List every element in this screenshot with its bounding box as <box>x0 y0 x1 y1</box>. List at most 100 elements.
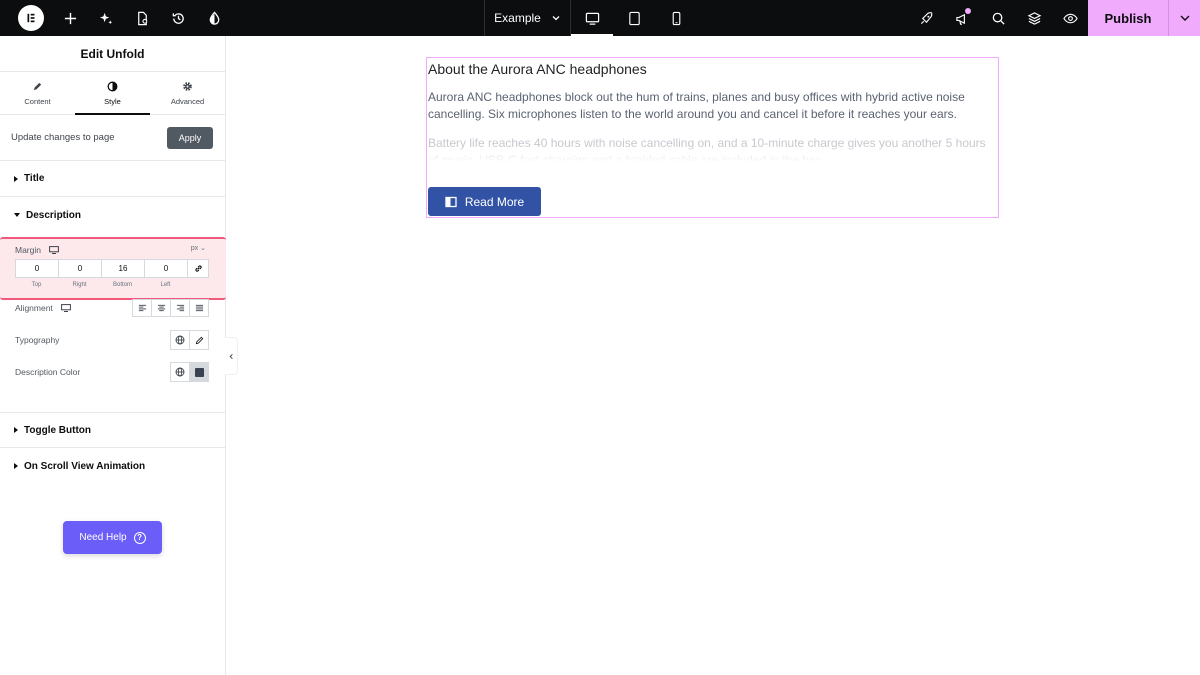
desktop-view-button[interactable] <box>571 0 613 36</box>
mobile-icon <box>672 11 680 25</box>
collapse-panel-handle[interactable] <box>225 337 238 375</box>
section-description-label: Description <box>26 209 82 221</box>
margin-top-label: Top <box>31 282 42 288</box>
alignment-label: Alignment <box>15 303 53 313</box>
need-help-button[interactable]: Need Help ? <box>63 521 162 554</box>
alignment-label-wrap: Alignment <box>15 303 71 313</box>
link-values-icon[interactable] <box>187 259 209 278</box>
chevron-down-icon <box>1180 15 1189 21</box>
global-icon[interactable] <box>170 362 190 382</box>
color-picker-button[interactable] <box>189 362 209 382</box>
chevron-down-icon <box>552 16 560 21</box>
unit-selector[interactable]: px ⌄ <box>191 244 206 252</box>
editor-panel: Edit Unfold Content Style Advanced Updat… <box>0 36 226 675</box>
widget-title: About the Aurora ANC headphones <box>428 61 647 77</box>
caret-right-icon <box>14 463 18 469</box>
mobile-view-button[interactable] <box>655 0 697 36</box>
site-settings-icon[interactable] <box>196 0 232 36</box>
section-toggle-button[interactable]: Toggle Button <box>0 412 225 448</box>
page-settings-icon[interactable] <box>124 0 160 36</box>
publish-button[interactable]: Publish <box>1088 0 1168 36</box>
need-help-label: Need Help <box>79 532 127 543</box>
update-changes-text: Update changes to page <box>11 132 115 143</box>
align-center-icon[interactable] <box>151 299 171 317</box>
section-scroll-animation-label: On Scroll View Animation <box>24 460 146 472</box>
description-color-control: Description Color <box>15 362 209 382</box>
caret-right-icon <box>14 175 18 182</box>
desktop-icon <box>585 12 599 25</box>
ai-sparkle-icon[interactable] <box>88 0 124 36</box>
contrast-icon <box>107 81 118 91</box>
description-color-label: Description Color <box>15 367 81 377</box>
top-bar-center: Example <box>484 0 697 36</box>
apply-button[interactable]: Apply <box>167 126 213 149</box>
margin-labels: Top Right Bottom Left <box>15 282 187 288</box>
add-element-icon[interactable] <box>52 0 88 36</box>
margin-label: Margin <box>15 245 41 255</box>
layers-icon[interactable] <box>1016 0 1052 36</box>
help-icon: ? <box>133 531 146 544</box>
history-icon[interactable] <box>160 0 196 36</box>
notification-dot <box>965 8 971 14</box>
typography-control: Typography <box>15 330 209 350</box>
notifications-icon[interactable] <box>944 0 980 36</box>
margin-top-input[interactable]: 0 <box>15 259 59 278</box>
align-left-icon[interactable] <box>132 299 152 317</box>
section-scroll-animation[interactable]: On Scroll View Animation <box>0 448 225 484</box>
tab-style[interactable]: Style <box>75 72 150 115</box>
alignment-control: Alignment <box>15 298 209 318</box>
preview-eye-icon[interactable] <box>1052 0 1088 36</box>
widget-paragraph-1: Aurora ANC headphones block out the hum … <box>428 90 965 121</box>
section-toggle-button-label: Toggle Button <box>24 424 92 436</box>
elementor-logo-icon[interactable] <box>18 5 44 31</box>
page-name: Example <box>494 11 541 25</box>
section-description[interactable]: Description <box>0 197 225 233</box>
tablet-icon <box>628 11 640 25</box>
update-changes-row: Update changes to page Apply <box>0 115 225 161</box>
color-buttons <box>170 362 209 382</box>
margin-right-input[interactable]: 0 <box>58 259 102 278</box>
align-right-icon[interactable] <box>170 299 190 317</box>
color-swatch <box>194 367 204 377</box>
margin-right-label: Right <box>72 282 87 288</box>
top-bar-right <box>908 0 1088 36</box>
tab-content[interactable]: Content <box>0 72 75 114</box>
typography-label: Typography <box>15 335 60 345</box>
launch-icon[interactable] <box>908 0 944 36</box>
tab-advanced[interactable]: Advanced <box>150 72 225 114</box>
widget-paragraph-2: Battery life reaches 40 hours with noise… <box>428 136 986 162</box>
alignment-buttons <box>132 299 209 317</box>
edit-pencil-icon[interactable] <box>189 330 209 350</box>
global-icon[interactable] <box>170 330 190 350</box>
tab-label: Content <box>24 96 51 106</box>
desktop-icon[interactable] <box>60 304 71 312</box>
top-bar: Example Publish <box>0 0 1200 36</box>
publish-options-button[interactable] <box>1168 0 1200 36</box>
top-bar-left <box>0 0 232 36</box>
align-justify-icon[interactable] <box>189 299 209 317</box>
caret-right-icon <box>14 427 18 433</box>
unfold-widget[interactable]: About the Aurora ANC headphones Aurora A… <box>426 57 999 218</box>
tab-label: Advanced <box>170 96 205 106</box>
panel-title: Edit Unfold <box>0 36 225 72</box>
page-selector[interactable]: Example <box>484 0 571 36</box>
search-icon[interactable] <box>980 0 1016 36</box>
pencil-icon <box>33 82 42 90</box>
section-title-label: Title <box>24 173 45 184</box>
margin-label-row: Margin px ⌄ <box>15 243 206 257</box>
panel-tabs: Content Style Advanced <box>0 72 225 115</box>
desktop-icon[interactable] <box>49 246 59 254</box>
margin-inputs: 0 0 16 0 <box>15 259 209 278</box>
gear-icon <box>183 81 192 91</box>
read-more-label: Read More <box>464 194 525 209</box>
margin-bottom-label: Bottom <box>112 282 132 288</box>
margin-control: Margin px ⌄ 0 0 16 0 Top Right Bottom Le… <box>0 237 226 300</box>
margin-bottom-input[interactable]: 16 <box>101 259 145 278</box>
margin-left-input[interactable]: 0 <box>144 259 188 278</box>
margin-left-label: Left <box>160 282 171 288</box>
typography-buttons <box>170 330 209 350</box>
tablet-view-button[interactable] <box>613 0 655 36</box>
section-title[interactable]: Title <box>0 161 225 197</box>
caret-down-icon <box>14 213 20 217</box>
read-more-button[interactable]: Read More <box>428 187 541 216</box>
